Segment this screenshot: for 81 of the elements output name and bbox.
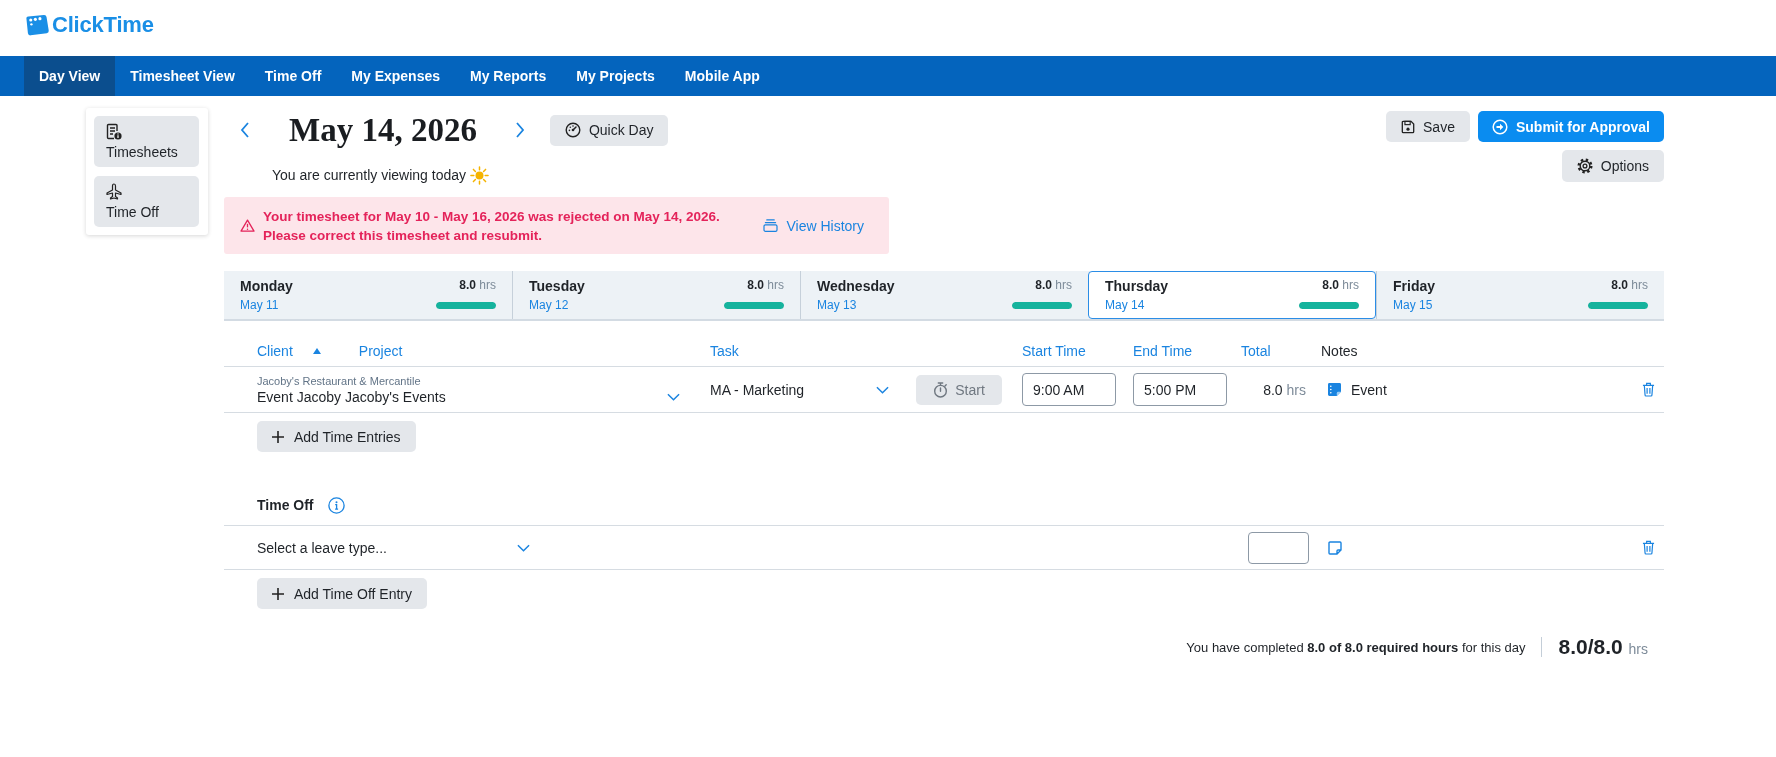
- alert-message: Your timesheet for May 10 - May 16, 2026 was rejected on May 14, 2026. Please correct this timesheet and resubmit.: [263, 207, 721, 245]
- today-text: You are currently viewing today: [272, 167, 467, 183]
- arrow-circle-icon: [1491, 118, 1508, 135]
- chevron-down-icon: [517, 543, 530, 552]
- nav-tab[interactable]: My Reports: [455, 56, 562, 96]
- day-hours: 8.0 hrs: [746, 278, 784, 294]
- column-header[interactable]: Client: [257, 343, 293, 359]
- total-summary: 8.0/8.0 hrs: [1558, 635, 1648, 659]
- nav-tab[interactable]: Day View: [24, 56, 116, 96]
- client-name: Jacoby's Restaurant & Mercantile: [257, 374, 422, 387]
- note-icon[interactable]: [1328, 540, 1342, 555]
- day-hours: 8.0 hrs: [458, 278, 496, 294]
- day-tab[interactable]: Friday 8.0 hrs May 15: [1376, 271, 1664, 319]
- day-tab[interactable]: Tuesday 8.0 hrs May 12: [512, 271, 800, 319]
- add-time-off-button[interactable]: Add Time Off Entry: [257, 578, 427, 609]
- nav-tab[interactable]: My Expenses: [336, 56, 456, 96]
- day-date: May 12: [529, 298, 570, 312]
- day-date: May 11: [240, 298, 280, 312]
- day-tab[interactable]: Wednesday 8.0 hrs May 13: [800, 271, 1088, 319]
- project-select[interactable]: Event Jacoby Jacoby's Events: [257, 388, 680, 405]
- day-name: Thursday: [1105, 278, 1169, 294]
- sun-icon: [470, 165, 490, 185]
- gauge-icon: [564, 122, 581, 138]
- column-header[interactable]: Project: [358, 343, 403, 359]
- save-button[interactable]: Save: [1386, 111, 1470, 142]
- add-time-entries-button[interactable]: Add Time Entries: [257, 421, 416, 452]
- sidebar-button[interactable]: Time Off: [94, 176, 199, 227]
- trash-icon[interactable]: [1642, 382, 1655, 397]
- sidebar-button[interactable]: Timesheets: [94, 116, 199, 167]
- layers-icon: [763, 219, 779, 232]
- task-select[interactable]: MA - Marketing: [710, 381, 889, 398]
- day-hours: 8.0 hrs: [1610, 278, 1648, 294]
- chevron-down-icon: [876, 385, 889, 394]
- day-hours: 8.0 hrs: [1321, 278, 1359, 294]
- nav-tab[interactable]: Mobile App: [669, 56, 775, 96]
- day-date: May 13: [817, 298, 858, 312]
- day-name: Tuesday: [529, 278, 586, 294]
- settings-icon: [1576, 158, 1593, 174]
- day-hours: 8.0 hrs: [1034, 278, 1072, 294]
- logo-icon: [24, 13, 50, 36]
- nav-tab[interactable]: Timesheet View: [115, 56, 250, 96]
- total-hours: 8.0 hrs: [1263, 381, 1306, 398]
- section-title: Time Off: [257, 497, 314, 513]
- end-time-field[interactable]: 5:00 PM: [1133, 373, 1227, 406]
- day-name: Wednesday: [817, 278, 896, 294]
- note-text: Event: [1351, 381, 1387, 398]
- day-date: May 14: [1105, 298, 1146, 312]
- options-button[interactable]: Options: [1561, 150, 1664, 182]
- day-tab[interactable]: Thursday 8.0 hrs May 14: [1088, 271, 1376, 319]
- hours-field[interactable]: [1248, 531, 1309, 564]
- save-icon: [1401, 119, 1416, 134]
- info-icon[interactable]: [327, 496, 345, 514]
- leave-type-select[interactable]: Select a leave type...: [257, 539, 530, 556]
- stopwatch-icon: [933, 381, 949, 398]
- chevron-down-icon: [667, 392, 680, 401]
- day-name: Monday: [240, 278, 294, 294]
- note-icon[interactable]: [1328, 383, 1341, 396]
- plus-icon: [272, 430, 284, 443]
- column-header[interactable]: End Time: [1133, 343, 1193, 359]
- day-date: May 15: [1393, 298, 1434, 312]
- nav-tab[interactable]: Time Off: [249, 56, 337, 96]
- airplane-icon: [106, 183, 122, 200]
- quick-day-button[interactable]: Quick Day: [549, 114, 669, 146]
- logo-text: ClickTime: [52, 11, 154, 38]
- column-header[interactable]: Task: [710, 343, 739, 359]
- day-name: Friday: [1393, 278, 1436, 294]
- summary-text: You have completed 8.0 of 8.0 required hours for this day: [1186, 639, 1526, 655]
- sort-ascending-icon[interactable]: [312, 348, 321, 354]
- start-time-field[interactable]: 9:00 AM: [1022, 373, 1116, 406]
- document-icon: [106, 123, 122, 140]
- warning-icon: [240, 219, 255, 232]
- plus-icon: [272, 587, 284, 600]
- column-header[interactable]: Start Time: [1022, 343, 1086, 359]
- column-header[interactable]: Total: [1241, 343, 1271, 359]
- nav-tab[interactable]: My Projects: [561, 56, 670, 96]
- column-header: Notes: [1321, 343, 1358, 359]
- chevron-right-icon[interactable]: [514, 122, 525, 138]
- day-tab[interactable]: Monday 8.0 hrs May 11: [224, 271, 512, 319]
- chevron-left-icon[interactable]: [240, 122, 250, 138]
- trash-icon[interactable]: [1642, 540, 1655, 555]
- date-title: May 14, 2026: [289, 111, 477, 149]
